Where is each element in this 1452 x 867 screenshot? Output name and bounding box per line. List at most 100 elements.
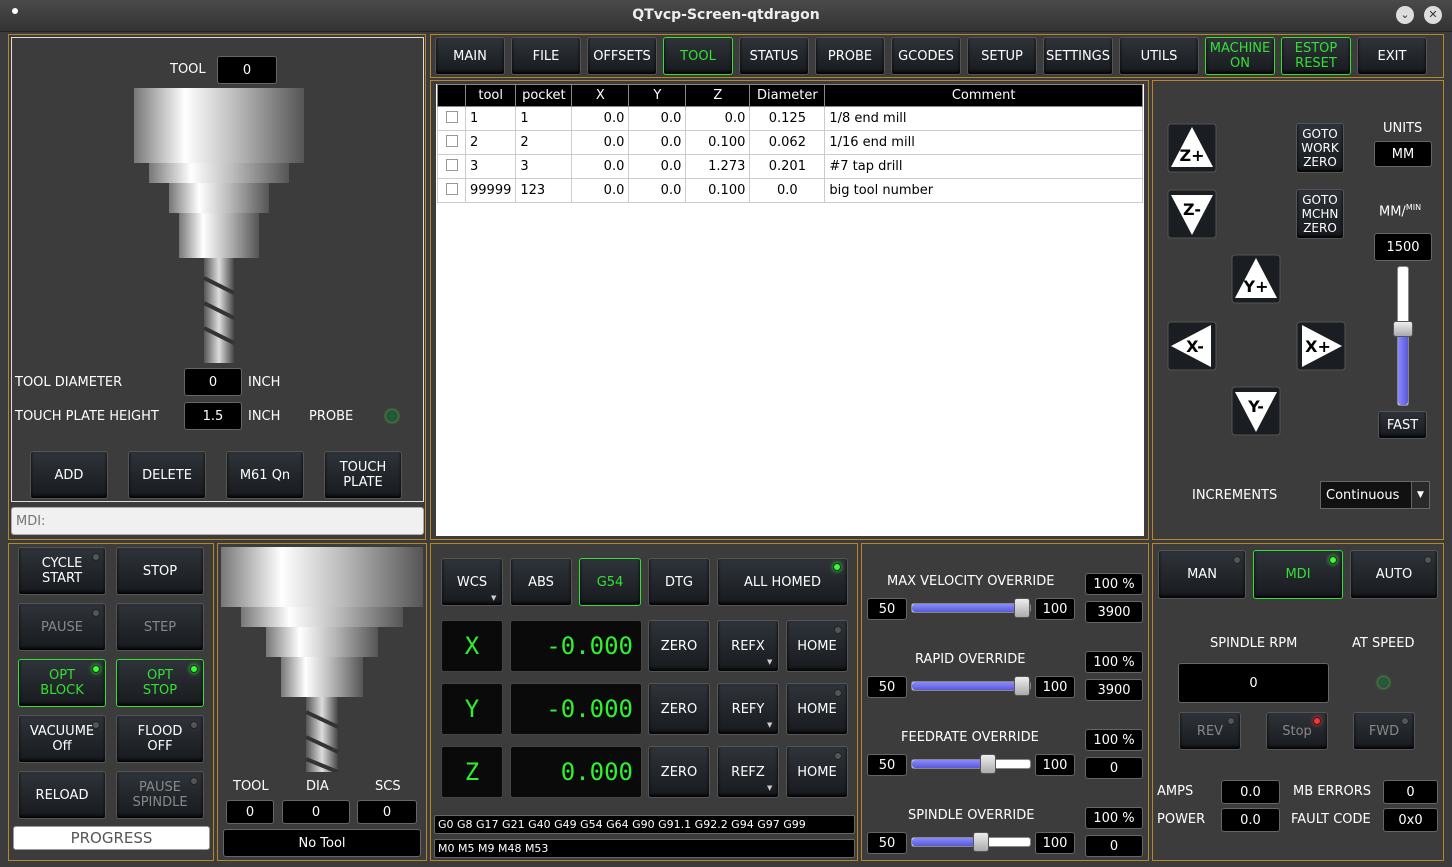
- row-checkbox[interactable]: [445, 158, 458, 171]
- cell-pocket[interactable]: 3: [515, 154, 573, 179]
- tab-gcodes[interactable]: GCODES: [891, 37, 961, 75]
- cell-y[interactable]: 0.0: [628, 130, 687, 155]
- cell-tool[interactable]: 3: [464, 154, 517, 179]
- jog-y-minus-button[interactable]: Y-: [1231, 386, 1281, 436]
- override-slider-knob[interactable]: [980, 754, 997, 774]
- cell-diameter[interactable]: 0.062: [749, 130, 826, 155]
- axis-y-label[interactable]: Y: [441, 683, 503, 735]
- cell-pocket[interactable]: 123: [515, 178, 573, 203]
- override-max-button[interactable]: 100: [1035, 754, 1075, 776]
- cell-z[interactable]: 0.100: [685, 130, 751, 155]
- table-row[interactable]: 1 1 0.0 0.0 0.0 0.125 1/8 end mill: [437, 106, 1143, 131]
- tool-number-field[interactable]: 0: [217, 56, 277, 84]
- cell-pocket[interactable]: 1: [515, 106, 573, 131]
- override-min-button[interactable]: 50: [867, 598, 907, 620]
- cell-y[interactable]: 0.0: [628, 178, 687, 203]
- override-max-button[interactable]: 100: [1035, 598, 1075, 620]
- row-checkbox[interactable]: [445, 134, 458, 147]
- tab-utils[interactable]: UTILS: [1119, 37, 1199, 75]
- override-slider[interactable]: [911, 598, 1031, 618]
- add-tool-button[interactable]: ADD: [30, 451, 108, 499]
- estop-reset-button[interactable]: ESTOP RESET: [1281, 37, 1351, 75]
- delete-tool-button[interactable]: DELETE: [128, 451, 206, 499]
- header-x[interactable]: X: [571, 84, 630, 107]
- tab-settings[interactable]: SETTINGS: [1043, 37, 1113, 75]
- row-checkbox[interactable]: [445, 110, 458, 123]
- zero-x-button[interactable]: ZERO: [648, 620, 710, 672]
- jog-x-plus-button[interactable]: X+: [1296, 321, 1346, 371]
- jog-x-minus-button[interactable]: X-: [1167, 321, 1217, 371]
- axis-z-label[interactable]: Z: [441, 746, 503, 798]
- m61-button[interactable]: M61 Qn: [226, 451, 304, 499]
- override-min-button[interactable]: 50: [867, 754, 907, 776]
- exit-button[interactable]: EXIT: [1357, 37, 1427, 75]
- cell-x[interactable]: 0.0: [571, 178, 630, 203]
- g54-button[interactable]: G54: [579, 558, 641, 606]
- cell-tool[interactable]: 1: [464, 106, 517, 131]
- cell-x[interactable]: 0.0: [571, 130, 630, 155]
- zero-z-button[interactable]: ZERO: [648, 746, 710, 798]
- jog-rate-slider-knob[interactable]: [1393, 320, 1413, 337]
- cell-tool[interactable]: 2: [464, 130, 517, 155]
- jog-z-minus-button[interactable]: Z-: [1167, 189, 1217, 239]
- override-max-button[interactable]: 100: [1035, 832, 1075, 854]
- override-slider[interactable]: [911, 832, 1031, 852]
- header-y[interactable]: Y: [628, 84, 687, 107]
- tool-diameter-field[interactable]: 0: [184, 368, 242, 396]
- tab-probe[interactable]: PROBE: [815, 37, 885, 75]
- table-row[interactable]: 3 3 0.0 0.0 1.273 0.201 #7 tap drill: [437, 154, 1143, 179]
- cell-z[interactable]: 0.0: [685, 106, 751, 131]
- header-diameter[interactable]: Diameter: [749, 84, 826, 107]
- goto-machine-zero-button[interactable]: GOTO MCHN ZERO: [1296, 189, 1344, 239]
- step-button[interactable]: STEP: [116, 603, 204, 651]
- cell-y[interactable]: 0.0: [628, 106, 687, 131]
- touch-plate-field[interactable]: 1.5: [184, 402, 242, 430]
- mdi-input[interactable]: [11, 507, 424, 535]
- tab-setup[interactable]: SETUP: [967, 37, 1037, 75]
- row-checkbox[interactable]: [445, 182, 458, 195]
- axis-x-label[interactable]: X: [441, 620, 503, 672]
- jog-rate-field[interactable]: 1500: [1374, 233, 1432, 261]
- fast-button[interactable]: FAST: [1378, 411, 1427, 439]
- minimize-icon[interactable]: ⌄: [1396, 6, 1414, 24]
- cell-tool[interactable]: 99999: [464, 178, 517, 203]
- cell-y[interactable]: 0.0: [628, 154, 687, 179]
- machine-on-button[interactable]: MACHINE ON: [1205, 37, 1275, 75]
- override-slider[interactable]: [911, 754, 1031, 774]
- table-row[interactable]: 99999 123 0.0 0.0 0.100 0.0 big tool num…: [437, 178, 1143, 203]
- touch-plate-button[interactable]: TOUCH PLATE: [324, 451, 402, 499]
- tab-main[interactable]: MAIN: [435, 37, 505, 75]
- dtg-button[interactable]: DTG: [648, 558, 710, 606]
- table-row[interactable]: 2 2 0.0 0.0 0.100 0.062 1/16 end mill: [437, 130, 1143, 155]
- header-comment[interactable]: Comment: [824, 84, 1143, 107]
- cell-diameter[interactable]: 0.125: [749, 106, 826, 131]
- cell-diameter[interactable]: 0.201: [749, 154, 826, 179]
- cell-comment[interactable]: big tool number: [824, 178, 1143, 203]
- cell-x[interactable]: 0.0: [571, 154, 630, 179]
- header-tool[interactable]: tool: [464, 84, 517, 107]
- override-max-button[interactable]: 100: [1035, 676, 1075, 698]
- override-min-button[interactable]: 50: [867, 832, 907, 854]
- tab-tool[interactable]: TOOL: [663, 37, 733, 75]
- override-slider[interactable]: [911, 676, 1031, 696]
- units-field[interactable]: MM: [1374, 141, 1432, 167]
- abs-button[interactable]: ABS: [510, 558, 572, 606]
- tab-offsets[interactable]: OFFSETS: [587, 37, 657, 75]
- override-slider-knob[interactable]: [1014, 676, 1030, 696]
- cell-diameter[interactable]: 0.0: [749, 178, 826, 203]
- reload-button[interactable]: RELOAD: [18, 771, 106, 819]
- header-z[interactable]: Z: [685, 84, 751, 107]
- close-icon[interactable]: ✕: [1424, 6, 1442, 24]
- jog-y-plus-button[interactable]: Y+: [1231, 254, 1281, 304]
- goto-work-zero-button[interactable]: GOTO WORK ZERO: [1296, 123, 1344, 173]
- zero-y-button[interactable]: ZERO: [648, 683, 710, 735]
- jog-z-plus-button[interactable]: Z+: [1167, 123, 1217, 173]
- jog-rate-slider[interactable]: [1393, 266, 1413, 406]
- stop-button[interactable]: STOP: [116, 547, 204, 595]
- tab-file[interactable]: FILE: [511, 37, 581, 75]
- cell-x[interactable]: 0.0: [571, 106, 630, 131]
- cell-z[interactable]: 0.100: [685, 178, 751, 203]
- increments-select[interactable]: Continuous ▼: [1320, 481, 1430, 509]
- tab-status[interactable]: STATUS: [739, 37, 809, 75]
- override-slider-knob[interactable]: [1014, 598, 1030, 618]
